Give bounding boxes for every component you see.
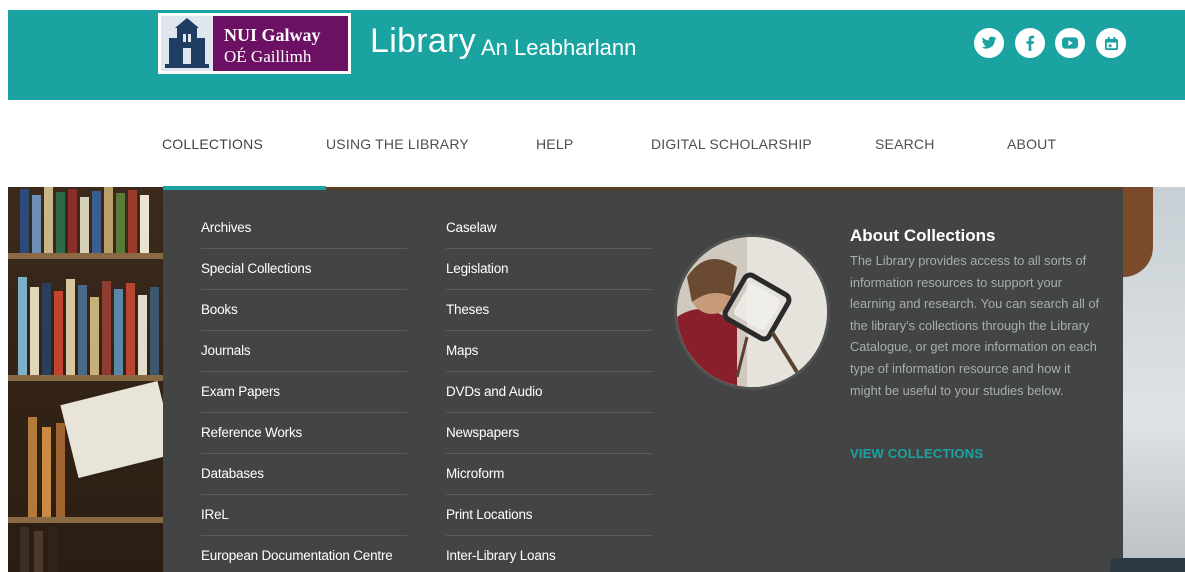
library-title[interactable]: Library [370,22,476,61]
menu-item-archives[interactable]: Archives [201,208,407,249]
nav-search[interactable]: SEARCH [875,136,935,152]
menu-item-journals[interactable]: Journals [201,331,407,372]
menu-item-books[interactable]: Books [201,290,407,331]
about-collections: About Collections The Library provides a… [850,226,1100,401]
logo-wordmark: NUI Galway OÉ Gaillimh [213,16,348,71]
crest-icon [161,16,213,71]
page-frame: NUI Galway OÉ Gaillimh Library An Leabha… [8,10,1185,572]
youtube-button[interactable] [1055,28,1085,58]
nav-using-the-library[interactable]: USING THE LIBRARY [326,136,469,152]
menu-item-databases[interactable]: Databases [201,454,407,495]
nav-help[interactable]: HELP [536,136,573,152]
collections-dropdown: Archives Special Collections Books Journ… [163,190,1123,572]
twitter-button[interactable] [974,28,1004,58]
menu-item-caselaw[interactable]: Caselaw [446,208,652,249]
about-collections-title: About Collections [850,226,996,245]
university-logo[interactable]: NUI Galway OÉ Gaillimh [158,13,351,74]
facebook-button[interactable] [1015,28,1045,58]
open-book-image [60,381,176,478]
nav-about[interactable]: ABOUT [1007,136,1056,152]
menu-item-exam-papers[interactable]: Exam Papers [201,372,407,413]
menu-item-legislation[interactable]: Legislation [446,249,652,290]
logo-name: NUI Galway [224,25,321,45]
magnifying-glass-photo [674,234,830,390]
chat-widget-button[interactable] [1110,558,1185,572]
facebook-icon [1025,35,1035,51]
twitter-icon [981,36,997,50]
site-header: NUI Galway OÉ Gaillimh Library An Leabha… [8,10,1185,100]
youtube-icon [1062,37,1078,49]
about-collections-text: The Library provides access to all sorts… [850,253,1099,398]
menu-item-theses[interactable]: Theses [446,290,652,331]
bookshelf-image [8,187,176,572]
dropdown-column-1: Archives Special Collections Books Journ… [201,208,407,572]
logo-irish-name: OÉ Gaillimh [224,47,312,66]
calendar-button[interactable] [1096,28,1126,58]
menu-item-newspapers[interactable]: Newspapers [446,413,652,454]
menu-item-maps[interactable]: Maps [446,331,652,372]
nav-digital-scholarship[interactable]: DIGITAL SCHOLARSHIP [651,136,812,152]
menu-item-microform[interactable]: Microform [446,454,652,495]
menu-item-dvds-and-audio[interactable]: DVDs and Audio [446,372,652,413]
menu-item-reference-works[interactable]: Reference Works [201,413,407,454]
view-collections-link[interactable]: VIEW COLLECTIONS [850,446,983,461]
dropdown-column-2: Caselaw Legislation Theses Maps DVDs and… [446,208,652,572]
menu-item-print-locations[interactable]: Print Locations [446,495,652,536]
menu-item-european-documentation-centre[interactable]: European Documentation Centre [201,536,407,572]
library-subtitle: An Leabharlann [481,35,637,60]
calendar-icon [1104,36,1119,51]
menu-item-special-collections[interactable]: Special Collections [201,249,407,290]
menu-item-irel[interactable]: IReL [201,495,407,536]
menu-item-inter-library-loans[interactable]: Inter-Library Loans [446,536,652,572]
main-nav: COLLECTIONS USING THE LIBRARY HELP DIGIT… [8,100,1185,187]
nav-collections[interactable]: COLLECTIONS [162,136,263,152]
